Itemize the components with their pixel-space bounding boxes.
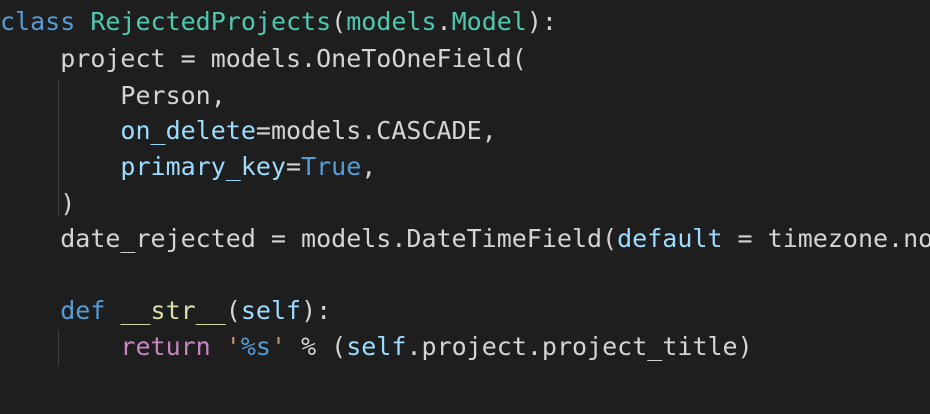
function-name: __str__ xyxy=(120,296,226,325)
code-line-1: class RejectedProjects(models.Model): xyxy=(0,4,557,40)
quote-open: ' xyxy=(225,332,241,361)
code-line-3: Person, xyxy=(0,78,226,114)
code-editor[interactable]: class RejectedProjects(models.Model): pr… xyxy=(0,0,930,414)
base-module: models xyxy=(346,7,437,36)
line-rest: =models.CASCADE, xyxy=(255,116,497,145)
paren-colon: ): xyxy=(301,296,332,325)
paren-colon: ): xyxy=(526,7,557,36)
line-post: = timezone.now) xyxy=(737,224,930,253)
code-line-6: ) xyxy=(0,186,75,222)
paren: ( xyxy=(331,7,347,36)
line-text: Person, xyxy=(120,81,226,110)
equals: = xyxy=(286,152,302,181)
keyword-return: return xyxy=(120,332,211,361)
format-specifier: %s xyxy=(240,332,271,361)
line-pre: date_rejected = models.DateTimeField( xyxy=(60,224,618,253)
line-rest: .project.project_title) xyxy=(406,332,753,361)
code-line-2: project = models.OneToOneField( xyxy=(0,41,527,77)
base-class: Model xyxy=(451,7,527,36)
value-true: True xyxy=(301,152,362,181)
code-line-4: on_delete=models.CASCADE, xyxy=(0,113,497,149)
code-line-5: primary_key=True, xyxy=(0,149,376,185)
param-default: default xyxy=(617,224,723,253)
line-text: ) xyxy=(60,189,76,218)
self-ref: self xyxy=(346,332,407,361)
code-line-10: return '%s' % (self.project.project_titl… xyxy=(0,329,753,365)
self-param: self xyxy=(240,296,302,325)
code-line-7: date_rejected = models.DateTimeField(def… xyxy=(0,221,930,257)
dot: . xyxy=(436,7,452,36)
param-on-delete: on_delete xyxy=(120,116,256,145)
line-text: project = models.OneToOneField( xyxy=(60,44,527,73)
keyword-def: def xyxy=(60,296,106,325)
operator: % ( xyxy=(286,332,347,361)
class-name: RejectedProjects xyxy=(90,7,332,36)
comma: , xyxy=(361,152,377,181)
quote-close: ' xyxy=(270,332,287,361)
param-primary-key: primary_key xyxy=(120,152,286,181)
code-line-9: def __str__(self): xyxy=(0,293,331,329)
keyword-class: class xyxy=(0,7,76,36)
paren: ( xyxy=(225,296,241,325)
